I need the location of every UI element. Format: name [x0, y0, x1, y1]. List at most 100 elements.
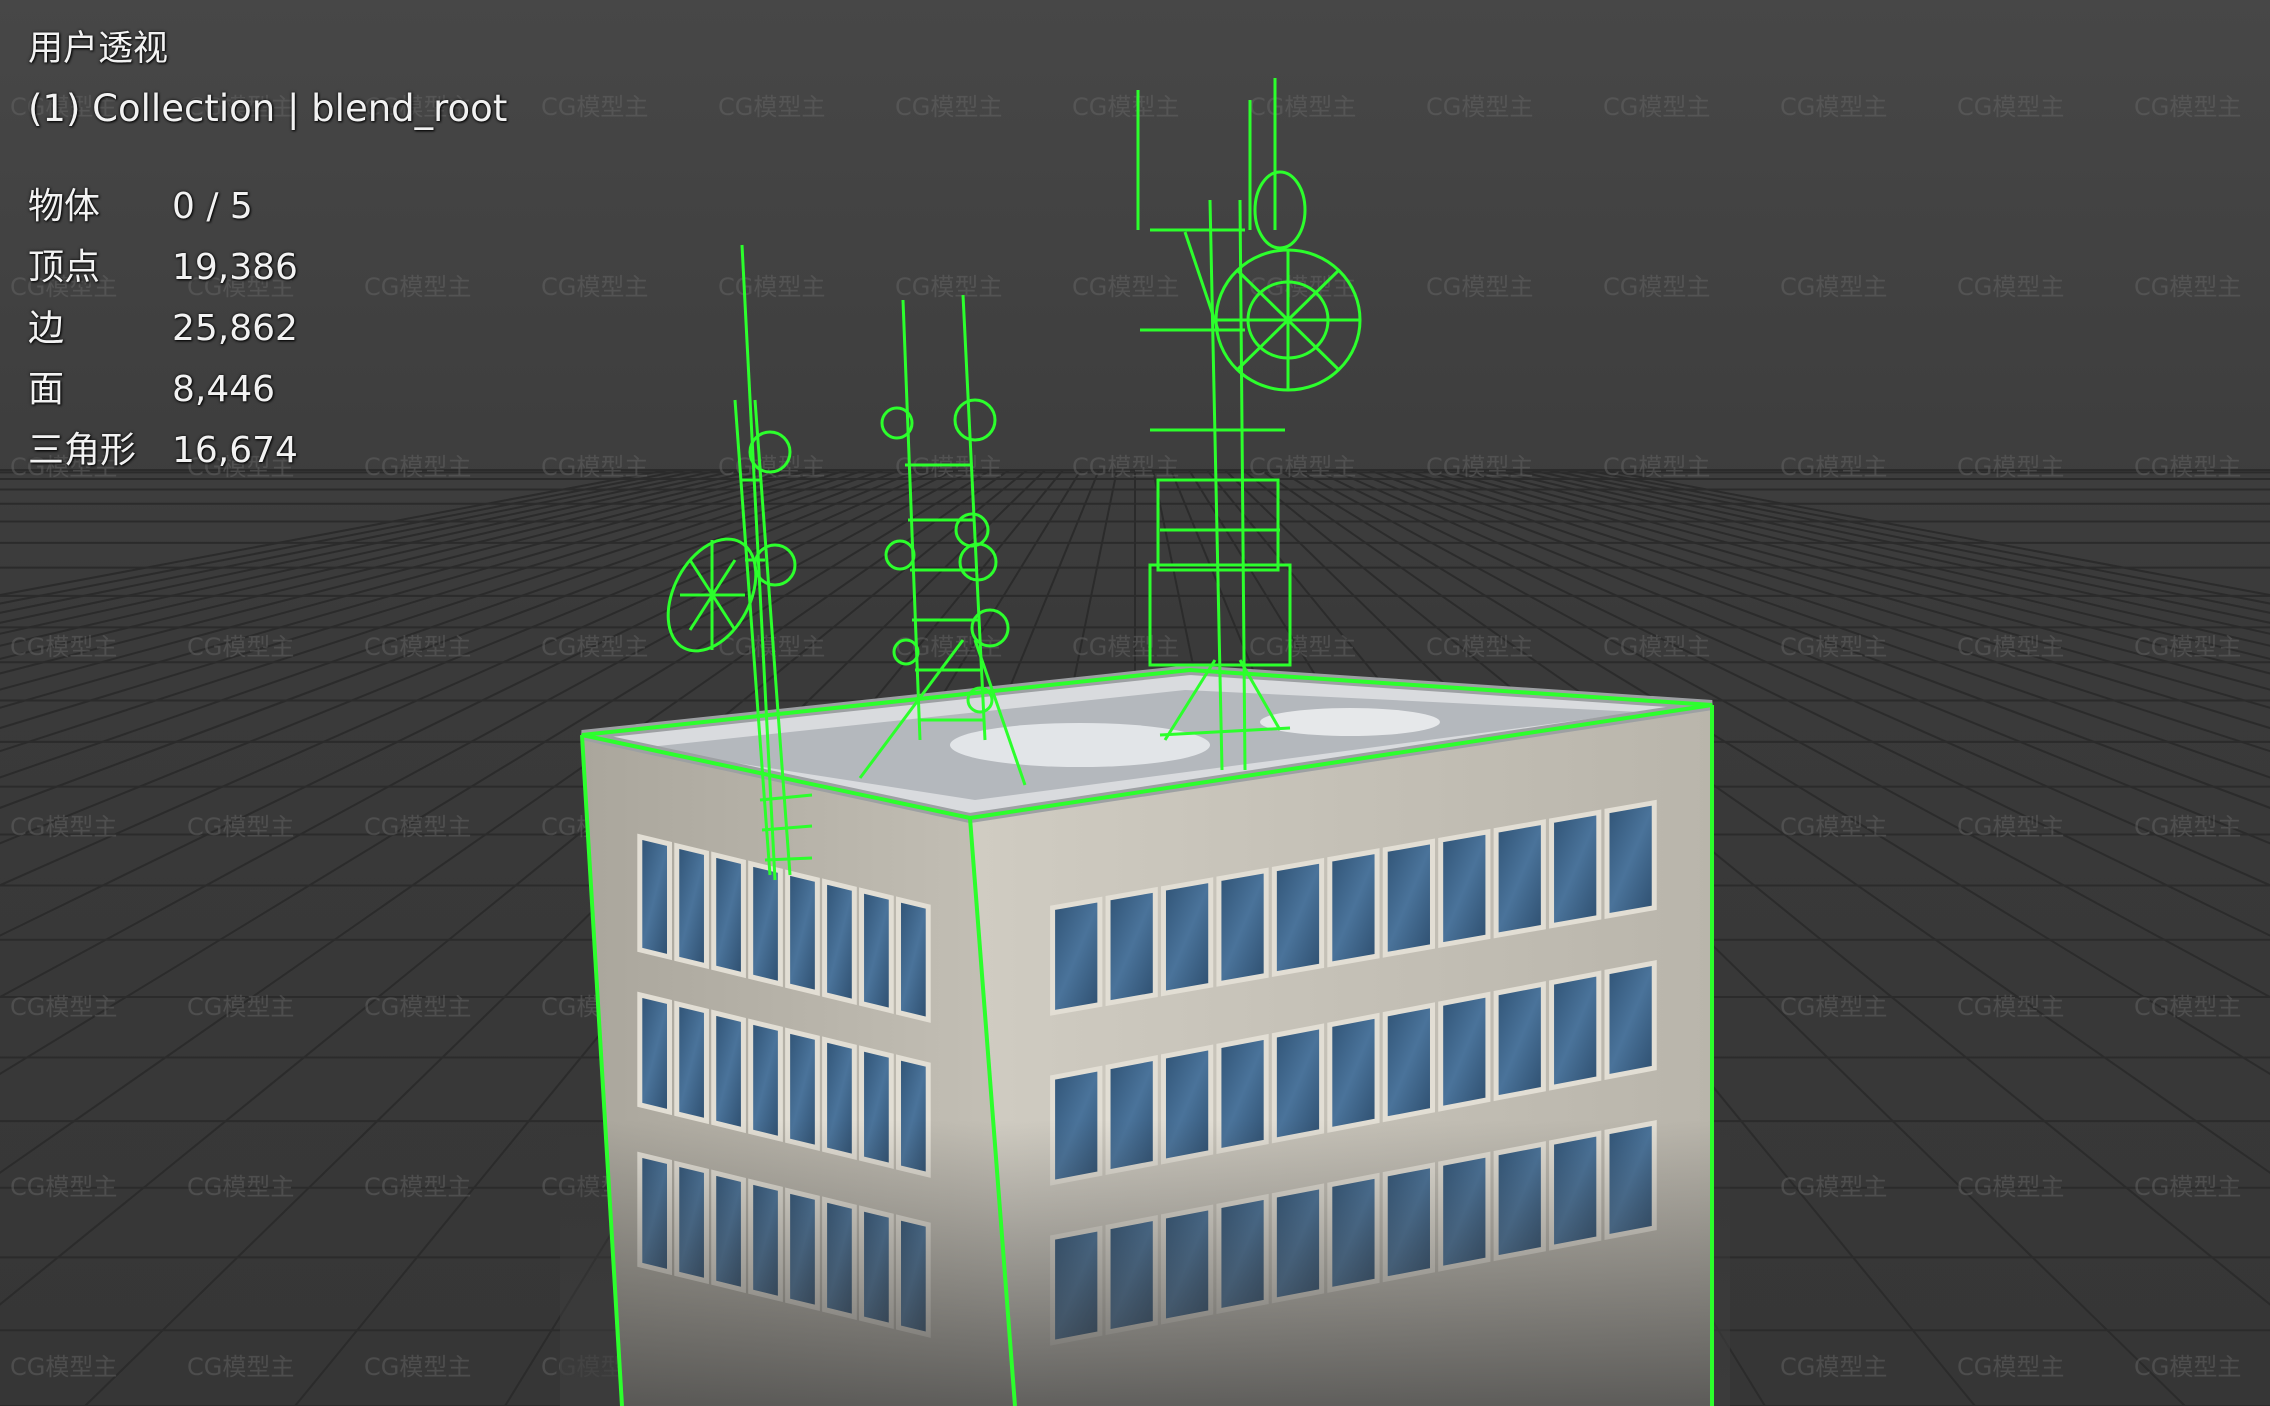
watermark-text: CG模型主 [187, 633, 294, 661]
watermark-text: CG模型主 [2134, 93, 2241, 121]
3d-viewport[interactable]: CG模型主 CG模型主 CG模型主 CG模型主 CG模型主 CG模型主 CG模型主 CG模型主… [0, 0, 2270, 1406]
window-pane [637, 991, 672, 1116]
stat-value: 25,862 [172, 308, 298, 349]
stat-vertices: 顶点 19,386 [28, 237, 507, 298]
watermark-text: CG模型主 [541, 453, 648, 481]
window-pane [1549, 809, 1602, 929]
watermark-text: CG模型主 [1072, 453, 1179, 481]
watermark-text: CG模型主 [2134, 1353, 2241, 1381]
watermark-text: CG模型主 [718, 273, 825, 301]
watermark-text: CG模型主 [10, 813, 117, 841]
view-name: 用户透视 [28, 29, 169, 69]
watermark-text: CG模型主 [1780, 993, 1887, 1021]
watermark-text: CG模型主 [1957, 633, 2064, 661]
watermark-text: CG模型主 [1426, 453, 1533, 481]
window-pane [1327, 1012, 1380, 1133]
window-pane [859, 887, 894, 1014]
window-pane [1382, 1002, 1435, 1123]
window-pane [674, 842, 709, 970]
watermark-text: CG模型主 [10, 1353, 117, 1381]
watermark-text: CG模型主 [718, 453, 825, 481]
watermark-text: CG模型主 [1957, 993, 2064, 1021]
watermark-text: CG模型主 [1957, 1173, 2064, 1201]
watermark-text: CG模型主 [1957, 273, 2064, 301]
watermark-text: CG模型主 [364, 993, 471, 1021]
window-pane [1327, 848, 1380, 968]
stat-objects: 物体 0 / 5 [28, 176, 507, 237]
watermark-text: CG模型主 [1780, 273, 1887, 301]
watermark-text: CG模型主 [1603, 93, 1710, 121]
window-pane [896, 896, 931, 1023]
watermark-text: CG模型主 [541, 93, 648, 121]
watermark-text: CG模型主 [1780, 1353, 1887, 1381]
building[interactable] [560, 664, 1730, 1406]
watermark-text: CG模型主 [1426, 633, 1533, 661]
stat-label: 边 [28, 308, 65, 349]
watermark-text: CG模型主 [364, 813, 471, 841]
watermark-text: CG模型主 [718, 93, 825, 121]
watermark-text: CG模型主 [895, 93, 1002, 121]
watermark-text: CG模型主 [1249, 453, 1356, 481]
window-pane [637, 833, 672, 961]
watermark-text: CG模型主 [2134, 453, 2241, 481]
window-pane [1493, 819, 1546, 939]
watermark-text: CG模型主 [541, 633, 648, 661]
watermark-text: CG模型主 [1780, 1173, 1887, 1201]
viewport-info-overlay: 用户透视 (1) Collection | blend_root 物体 0 / … [28, 22, 507, 481]
window-pane [1438, 991, 1491, 1112]
window-pane [674, 1000, 709, 1125]
watermark-text: CG模型主 [1426, 93, 1533, 121]
watermark-text: CG模型主 [1780, 93, 1887, 121]
watermark-text: CG模型主 [2134, 633, 2241, 661]
window-pane [748, 860, 783, 988]
watermark-text: CG模型主 [2134, 273, 2241, 301]
watermark-text: CG模型主 [364, 1173, 471, 1201]
watermark-text: CG模型主 [10, 633, 117, 661]
watermark-text: CG模型主 [2134, 813, 2241, 841]
window-pane [711, 1009, 746, 1134]
window-pane [1160, 877, 1214, 997]
watermark-text: CG模型主 [1957, 813, 2064, 841]
window-pane [1382, 838, 1435, 958]
stat-triangles: 三角形 16,674 [28, 420, 507, 481]
watermark-text: CG模型主 [364, 1353, 471, 1381]
watermark-text: CG模型主 [1072, 93, 1179, 121]
watermark-text: CG模型主 [1249, 93, 1356, 121]
watermark-text: CG模型主 [1426, 273, 1533, 301]
watermark-text: CG模型主 [10, 993, 117, 1021]
window-pane [1549, 970, 1602, 1091]
window-pane [1604, 959, 1657, 1081]
roof-reflection [1260, 708, 1440, 736]
watermark-text: CG模型主 [2134, 993, 2241, 1021]
stat-value: 19,386 [172, 247, 298, 288]
window-pane [785, 869, 820, 997]
watermark-text: CG模型主 [1072, 633, 1179, 661]
window-pane [822, 878, 857, 1005]
watermark-text: CG模型主 [1249, 633, 1356, 661]
stat-faces: 面 8,446 [28, 359, 507, 420]
window-pane [1604, 799, 1657, 919]
window-pane [1105, 886, 1158, 1007]
stat-label: 三角形 [28, 430, 137, 471]
watermark-text: CG模型主 [1780, 813, 1887, 841]
watermark-text: CG模型主 [1957, 453, 2064, 481]
window-pane [711, 851, 746, 979]
window-pane [1271, 857, 1325, 978]
watermark-text: CG模型主 [1072, 273, 1179, 301]
window-pane [1050, 896, 1103, 1016]
window-pane [1438, 828, 1491, 949]
watermark-text: CG模型主 [1603, 633, 1710, 661]
watermark-text: CG模型主 [541, 273, 648, 301]
stat-value: 0 / 5 [172, 186, 253, 227]
watermark-text: CG模型主 [1957, 1353, 2064, 1381]
stat-label: 物体 [28, 186, 101, 227]
watermark-text: CG模型主 [187, 813, 294, 841]
watermark-text: CG模型主 [187, 993, 294, 1021]
window-pane [1216, 867, 1269, 987]
stat-edges: 边 25,862 [28, 298, 507, 359]
watermark-text: CG模型主 [2134, 1173, 2241, 1201]
watermark-text: CG模型主 [364, 633, 471, 661]
window-pane [1493, 981, 1546, 1102]
watermark-text: CG模型主 [187, 1353, 294, 1381]
watermark-text: CG模型主 [187, 1173, 294, 1201]
